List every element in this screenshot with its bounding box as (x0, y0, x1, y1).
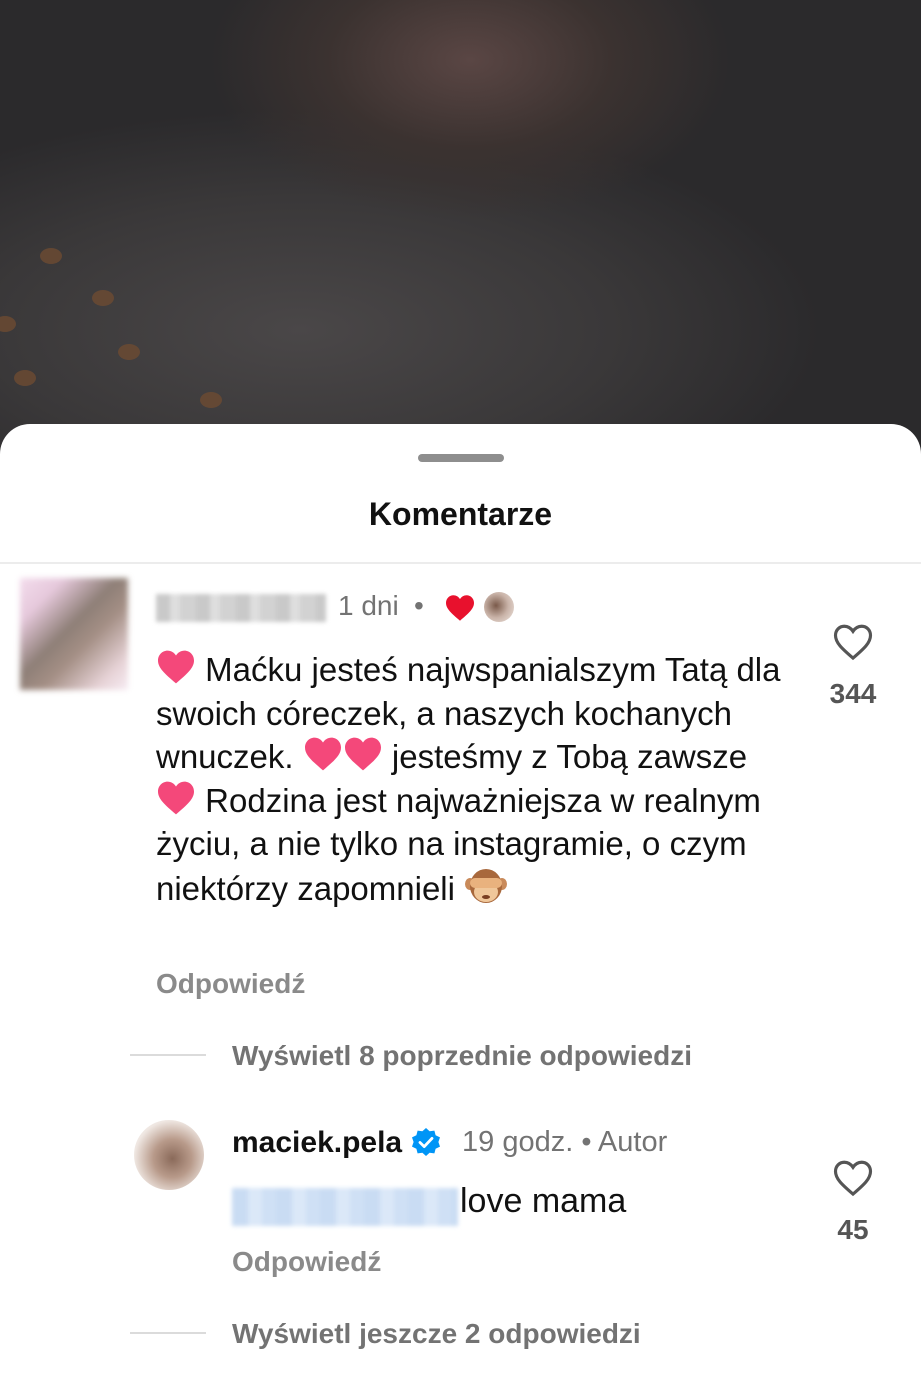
fabric-dot (118, 344, 140, 360)
thread-line (130, 1054, 206, 1056)
comment-text-part: jesteśmy z Tobą zawsze (391, 738, 748, 775)
sheet-title: Komentarze (368, 496, 553, 532)
view-previous-replies-button[interactable]: Wyświetl 8 poprzednie odpowiedzi (232, 1040, 692, 1072)
like-heart-outline-icon[interactable] (832, 622, 874, 662)
heart-emoji-icon (344, 737, 381, 771)
fabric-dot (200, 392, 222, 408)
meta-separator: • (414, 590, 424, 621)
commenter-avatar[interactable] (20, 578, 128, 690)
comments-sheet: Komentarze 1 dni • Maćku jesteś najwspan… (0, 424, 921, 1373)
author-mini-avatar (484, 592, 514, 622)
comment-text-part: Rodzina jest najważniejsza w realnym życ… (156, 781, 761, 907)
reply-time-author-meta: 19 godz. • Autor (462, 1126, 668, 1158)
reply-button[interactable]: Odpowiedź (232, 1246, 381, 1278)
drag-handle[interactable] (418, 454, 504, 462)
mention-blurred[interactable] (232, 1188, 458, 1226)
reply-text: love mama (460, 1182, 627, 1220)
fabric-dot (92, 290, 114, 306)
like-count: 45 (837, 1214, 869, 1245)
heart-emoji-icon (158, 781, 194, 814)
view-more-replies-button[interactable]: Wyświetl jeszcze 2 odpowiedzi (232, 1318, 641, 1350)
verified-badge-icon (412, 1128, 440, 1156)
comment-time: 1 dni (338, 590, 399, 621)
fabric-dot (14, 370, 36, 386)
thread-line (130, 1332, 206, 1334)
commenter-username-blurred[interactable] (156, 594, 326, 622)
author-liked-heart-icon (446, 595, 474, 621)
see-no-evil-monkey-emoji-icon (465, 868, 508, 903)
like-count: 344 (829, 678, 877, 709)
post-image-backdrop (0, 0, 921, 460)
heart-emoji-icon (158, 650, 194, 684)
comment-text: Maćku jesteś najwspanialszym Tatą dla sw… (156, 648, 796, 910)
reply-button[interactable]: Odpowiedź (156, 968, 305, 1000)
heart-emoji-icon (304, 737, 341, 771)
fabric-dot (0, 316, 16, 332)
fabric-dot (40, 248, 62, 264)
header-divider (0, 562, 921, 564)
author-avatar[interactable] (134, 1120, 204, 1190)
like-heart-outline-icon[interactable] (832, 1158, 874, 1198)
author-username[interactable]: maciek.pela (232, 1126, 402, 1160)
